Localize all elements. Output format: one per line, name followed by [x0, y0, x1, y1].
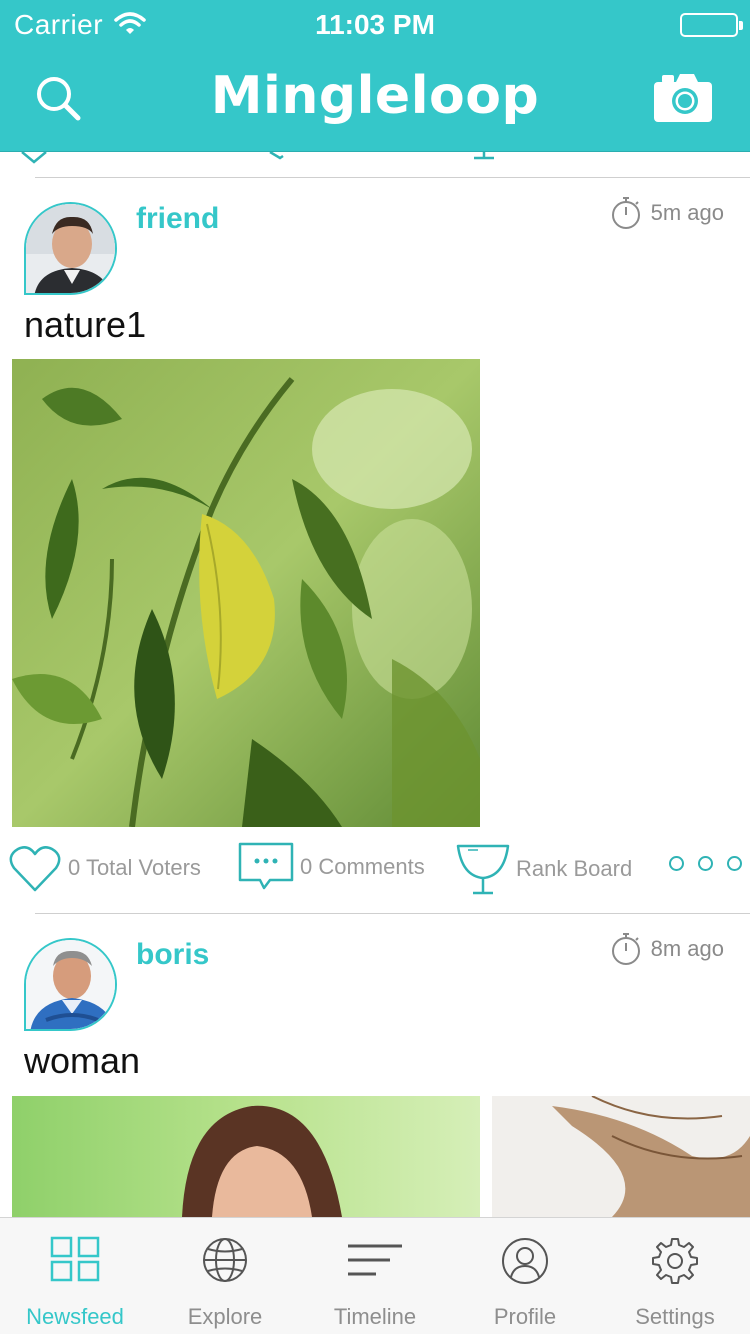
- avatar[interactable]: [24, 202, 117, 295]
- avatar-photo: [26, 940, 115, 1029]
- comment-icon: [238, 842, 294, 890]
- heart-icon: [9, 846, 61, 892]
- status-time: 11:03 PM: [315, 9, 435, 40]
- trophy-icon: [456, 844, 510, 895]
- tab-explore[interactable]: Explore: [150, 1218, 300, 1334]
- camera-icon: [654, 74, 712, 122]
- globe-icon: [203, 1238, 247, 1282]
- voters-label: 0 Total Voters: [68, 855, 201, 880]
- post-card: friend 5m ago nature1 0 Total Voters 0 C…: [0, 178, 750, 913]
- woman-photo-2: [492, 1096, 750, 1217]
- post-timestamp: 5m ago: [609, 196, 724, 230]
- post-photo[interactable]: [492, 1096, 750, 1217]
- post-username[interactable]: boris: [136, 938, 209, 972]
- woman-photo-1: [12, 1096, 480, 1217]
- camera-button[interactable]: [652, 72, 714, 124]
- tab-label: Settings: [635, 1304, 715, 1329]
- time-ago-label: 8m ago: [650, 936, 724, 961]
- post-photo[interactable]: [12, 359, 480, 827]
- tab-timeline[interactable]: Timeline: [300, 1218, 450, 1334]
- post-timestamp: 8m ago: [609, 932, 724, 966]
- tab-label: Profile: [493, 1304, 557, 1329]
- tab-bar: Newsfeed Explore Timeline Profile Settin…: [0, 1217, 750, 1334]
- comments-label: 0 Comments: [300, 854, 425, 879]
- post-title: woman: [24, 1040, 141, 1081]
- post-username[interactable]: friend: [136, 202, 219, 236]
- voters-button[interactable]: 0 Total Voters: [8, 842, 201, 894]
- more-dot-icon: [698, 856, 713, 871]
- tab-profile[interactable]: Profile: [450, 1218, 600, 1334]
- more-dot-icon: [669, 856, 684, 871]
- stopwatch-icon: [611, 197, 640, 229]
- time-ago-label: 5m ago: [650, 200, 724, 225]
- comments-button[interactable]: 0 Comments: [238, 842, 425, 892]
- rank-board-label: Rank Board: [516, 856, 633, 881]
- app-title: Mingleloop: [210, 66, 540, 126]
- battery-icon: [680, 13, 743, 37]
- status-bar: Carrier 11:03 PM: [0, 0, 750, 50]
- lines-icon: [348, 1244, 402, 1276]
- gear-icon: [652, 1238, 698, 1284]
- partial-icons: [21, 152, 494, 164]
- tab-settings[interactable]: Settings: [600, 1218, 750, 1334]
- more-dot-icon: [727, 856, 742, 871]
- person-icon: [502, 1238, 548, 1284]
- tab-label: Newsfeed: [26, 1304, 124, 1329]
- post-actions: 0 Total Voters 0 Comments Rank Board: [0, 842, 750, 902]
- more-options-button[interactable]: [669, 856, 742, 871]
- post-card: boris 8m ago woman: [0, 914, 750, 1217]
- stopwatch-icon: [611, 933, 640, 965]
- previous-post-actions: [0, 152, 750, 180]
- rank-board-button[interactable]: Rank Board: [456, 842, 632, 896]
- tab-newsfeed[interactable]: Newsfeed: [0, 1218, 150, 1334]
- tab-label: Explore: [187, 1304, 263, 1329]
- avatar-photo: [26, 204, 115, 293]
- post-title: nature1: [24, 304, 147, 345]
- tab-label: Timeline: [333, 1304, 417, 1329]
- avatar[interactable]: [24, 938, 117, 1031]
- post-photo[interactable]: [12, 1096, 480, 1217]
- grid-icon: [50, 1236, 100, 1282]
- leaves-photo: [12, 359, 480, 827]
- app-header: Carrier 11:03 PM Mingleloop: [0, 0, 750, 152]
